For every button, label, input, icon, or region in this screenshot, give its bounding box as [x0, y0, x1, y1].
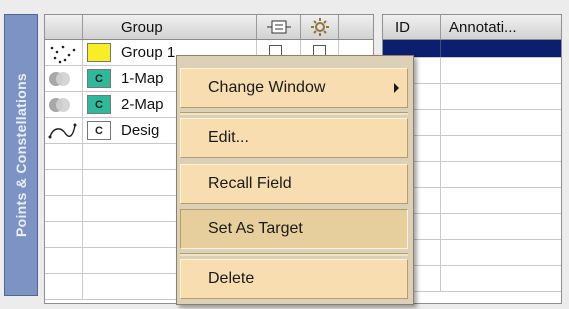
header-group[interactable]: Group — [83, 15, 257, 40]
gear-icon — [310, 18, 329, 36]
menu-item-delete[interactable]: Delete — [180, 259, 408, 299]
header-settings[interactable] — [301, 15, 339, 40]
swatch-letter: C — [95, 124, 103, 137]
header-group-label: Group — [121, 18, 163, 36]
menu-item-label: Edit... — [208, 129, 249, 146]
menu-separator — [180, 253, 408, 256]
circles-icon — [49, 97, 70, 112]
scatter-points-icon — [50, 45, 76, 63]
menu-item-label: Delete — [208, 270, 255, 287]
row-name: 1-Map — [121, 70, 164, 87]
header-id-label: ID — [395, 18, 410, 36]
menu-item-label: Set As Target — [208, 220, 303, 237]
header-extra — [339, 15, 373, 40]
row-icon-cell — [45, 66, 83, 91]
row-name: Desig — [121, 122, 160, 139]
header-blank — [45, 15, 83, 40]
menu-item-recall-field[interactable]: Recall Field — [180, 164, 408, 204]
color-swatch[interactable]: C — [87, 95, 111, 114]
context-menu: Change Window Edit... Recall Field Set A… — [176, 55, 414, 305]
menu-item-set-as-target[interactable]: Set As Target — [180, 209, 408, 249]
side-tab-label: Points & Constellations — [13, 72, 29, 238]
curve-path-icon — [48, 123, 77, 138]
color-swatch[interactable] — [87, 43, 111, 62]
header-annotation[interactable]: Annotati... — [441, 15, 561, 40]
screen: Points & Constellations Group Group 1 C … — [0, 0, 569, 309]
header-annotation-label: Annotati... — [449, 18, 517, 36]
color-swatch[interactable]: C — [87, 69, 111, 88]
row-name: Group 1 — [121, 44, 176, 61]
header-id[interactable]: ID — [383, 15, 441, 40]
swatch-letter: C — [95, 72, 103, 85]
row-icon-cell — [45, 92, 83, 117]
color-swatch[interactable]: C — [87, 121, 111, 140]
circles-icon — [49, 71, 70, 86]
header-visibility[interactable] — [257, 15, 301, 40]
menu-item-change-window[interactable]: Change Window — [180, 68, 408, 108]
row-name: 2-Map — [121, 96, 164, 113]
submenu-arrow-icon — [394, 83, 399, 93]
menu-item-label: Recall Field — [208, 175, 292, 192]
side-tab-points-constellations[interactable]: Points & Constellations — [4, 14, 38, 296]
row-icon-cell — [45, 118, 83, 143]
menu-item-edit[interactable]: Edit... — [180, 118, 408, 158]
menu-separator — [180, 112, 408, 115]
layer-toggle-icon — [266, 20, 291, 34]
row-icon-cell — [45, 40, 83, 65]
swatch-letter: C — [95, 98, 103, 111]
menu-item-label: Change Window — [208, 79, 326, 96]
